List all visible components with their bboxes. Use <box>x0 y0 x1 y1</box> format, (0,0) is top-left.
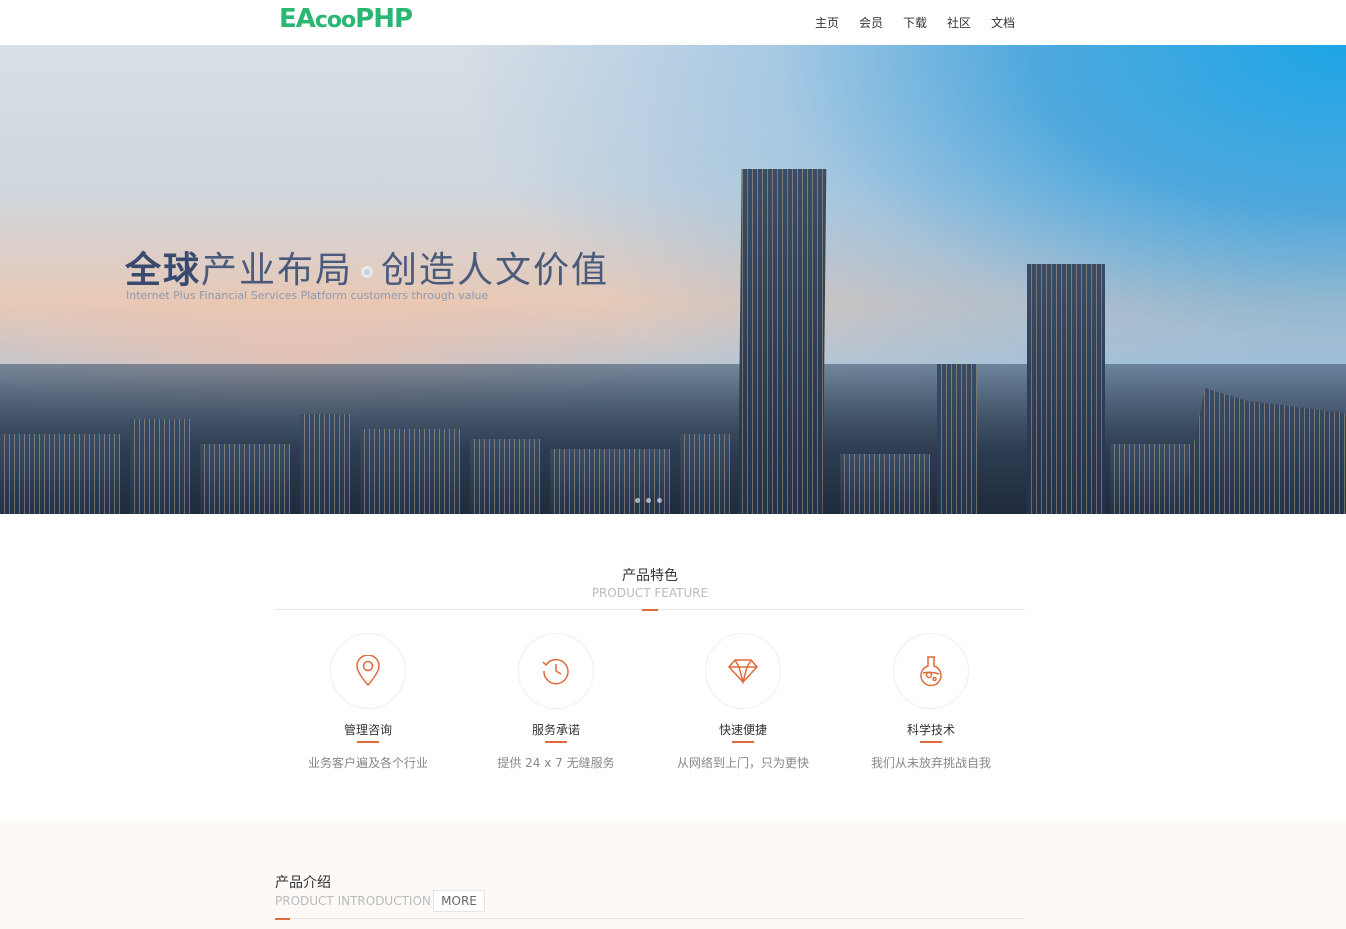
intro-title: 产品介绍 <box>275 875 331 891</box>
carousel-dot[interactable] <box>635 498 640 503</box>
site-header: EAcooPHP 主页 会员 下载 社区 文档 <box>0 0 1346 45</box>
logo-part-ea: EA <box>279 4 316 34</box>
nav-item-docs[interactable]: 文档 <box>991 14 1035 32</box>
feature-card-consulting[interactable]: 管理咨询 业务客户遍及各个行业 <box>293 633 443 771</box>
feature-desc: 业务客户遍及各个行业 <box>307 756 428 770</box>
intro-subtitle: PRODUCT INTRODUCTION <box>275 894 431 908</box>
feature-underline <box>732 741 754 743</box>
feature-underline <box>357 741 379 743</box>
features-divider-accent <box>642 609 658 611</box>
feature-name: 快速便捷 <box>718 723 767 737</box>
hero-banner: 全球产业布局 创造人文价值 Internet Plus Financial Ser… <box>0 45 1346 514</box>
feature-underline <box>545 741 567 743</box>
feature-card-tech[interactable]: 科学技术 我们从未放弃挑战自我 <box>856 633 1006 771</box>
feature-card-service[interactable]: 服务承诺 提供 24 x 7 无缝服务 <box>481 633 631 771</box>
feature-icon-circle <box>893 633 969 709</box>
feature-name: 科学技术 <box>906 723 955 737</box>
more-button[interactable]: MORE <box>433 890 485 912</box>
feature-icon-circle <box>518 633 594 709</box>
nav-item-community[interactable]: 社区 <box>947 14 991 32</box>
clock-history-icon <box>542 658 569 685</box>
banner-cityscape <box>0 364 1346 514</box>
nav-item-download[interactable]: 下载 <box>903 14 947 32</box>
feature-name: 管理咨询 <box>343 723 392 737</box>
banner-subtitle: Internet Plus Financial Services Platfor… <box>126 289 489 302</box>
feature-name: 服务承诺 <box>531 723 580 737</box>
intro-section <box>0 820 1346 929</box>
features-title: 产品特色 <box>622 568 678 584</box>
feature-desc: 我们从未放弃挑战自我 <box>870 756 991 770</box>
diamond-icon <box>727 659 759 684</box>
features-subtitle: PRODUCT FEATURE <box>591 586 709 600</box>
carousel-dots <box>635 498 662 503</box>
carousel-dot[interactable] <box>646 498 651 503</box>
banner-title-bold: 全球 <box>125 250 202 291</box>
banner-title-part2: 创造人文价值 <box>381 250 610 291</box>
logo-part-php: PHP <box>355 4 413 34</box>
feature-desc: 从网络到上门，只为更快 <box>676 756 809 770</box>
logo-part-coo: coo <box>314 8 356 33</box>
banner-title-separator <box>361 266 374 278</box>
feature-icon-circle <box>330 633 406 709</box>
intro-divider <box>275 918 1025 919</box>
main-nav: 主页 会员 下载 社区 文档 <box>815 14 1035 32</box>
nav-item-member[interactable]: 会员 <box>859 14 903 32</box>
tower-main <box>738 169 827 514</box>
carousel-dot[interactable] <box>657 498 662 503</box>
site-logo[interactable]: EAcooPHP <box>279 4 413 34</box>
tower-mid <box>937 364 977 514</box>
intro-divider-accent <box>275 918 290 920</box>
feature-card-fast[interactable]: 快速便捷 从网络到上门，只为更快 <box>668 633 818 771</box>
tower-right <box>1027 264 1105 514</box>
flask-icon <box>920 656 942 687</box>
location-pin-icon <box>356 655 380 687</box>
banner-title-part1: 产业布局 <box>201 250 354 291</box>
feature-desc: 提供 24 x 7 无缝服务 <box>497 756 615 770</box>
feature-icon-circle <box>705 633 781 709</box>
banner-title: 全球产业布局 创造人文价值 <box>125 241 609 293</box>
nav-item-home[interactable]: 主页 <box>815 14 859 32</box>
feature-underline <box>920 741 942 743</box>
